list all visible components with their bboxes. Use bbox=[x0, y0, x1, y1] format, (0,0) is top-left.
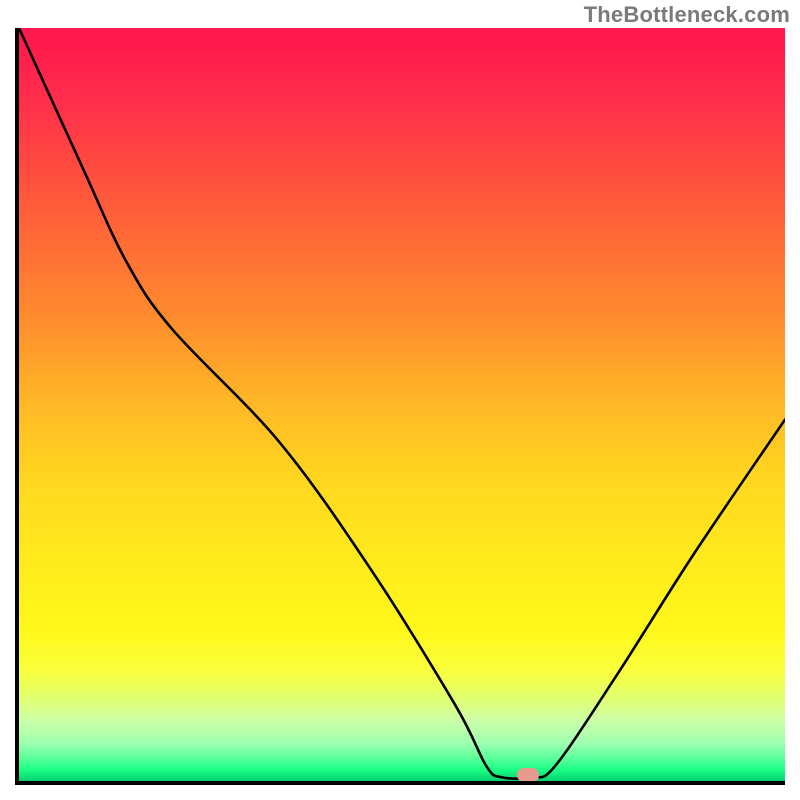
watermark-label: TheBottleneck.com bbox=[584, 2, 790, 28]
curve-path bbox=[19, 28, 785, 779]
chart-container: TheBottleneck.com bbox=[0, 0, 800, 800]
bottleneck-curve bbox=[19, 28, 785, 781]
optimal-point-marker bbox=[517, 768, 539, 782]
plot-area bbox=[15, 28, 785, 785]
